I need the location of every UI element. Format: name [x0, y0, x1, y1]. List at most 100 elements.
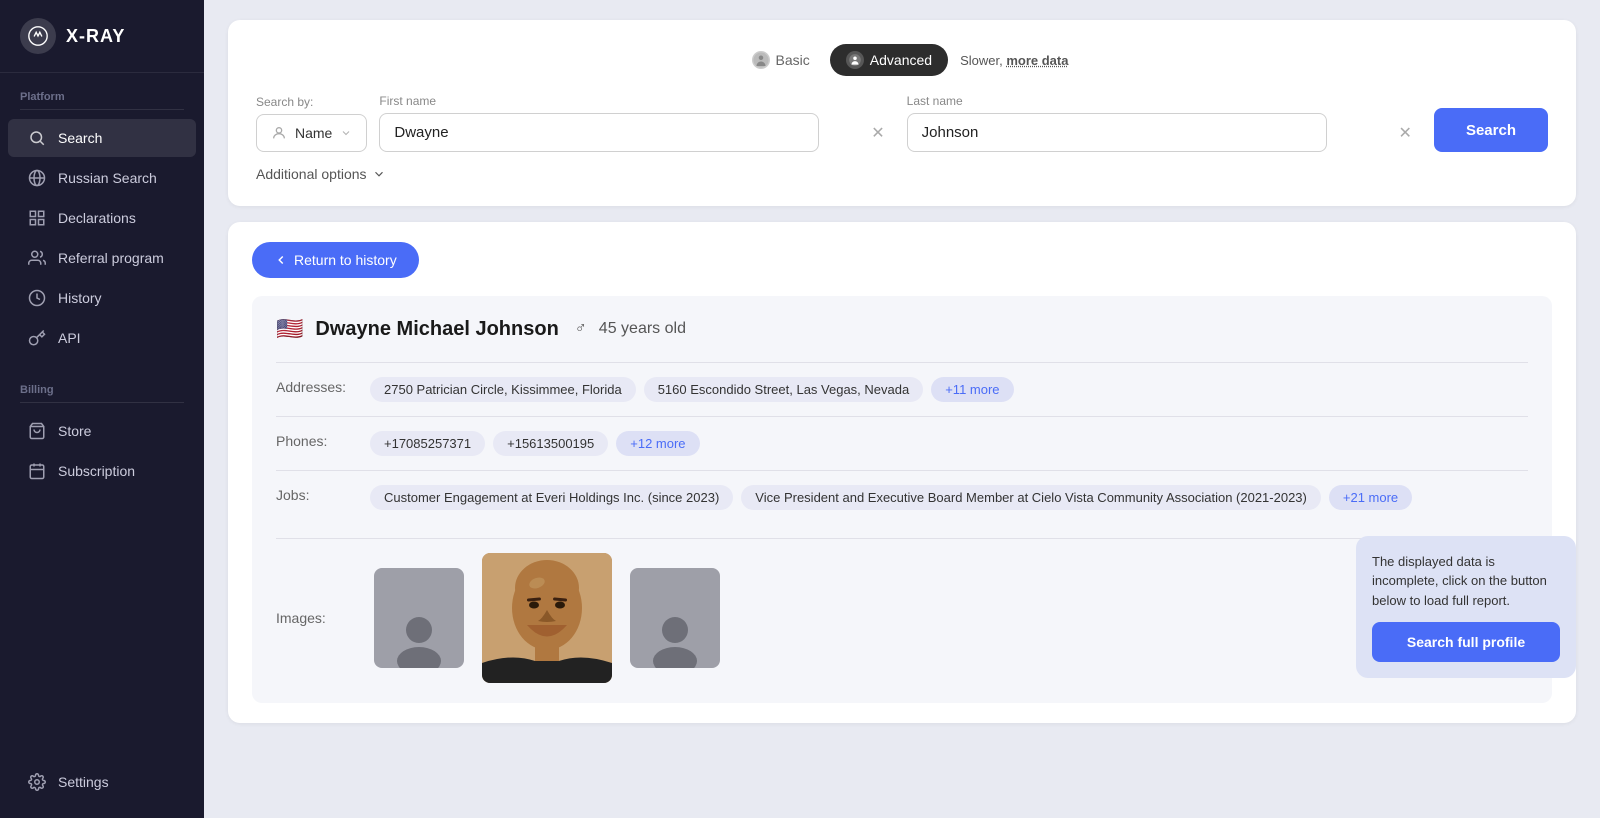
users-icon — [28, 249, 46, 267]
flag-icon: 🇺🇸 — [276, 316, 303, 342]
sidebar-subscription-label: Subscription — [58, 463, 135, 479]
sidebar-search-label: Search — [58, 130, 102, 146]
images-label: Images: — [276, 610, 356, 626]
tooltip-text: The displayed data is incomplete, click … — [1372, 552, 1560, 611]
last-name-label: Last name — [907, 94, 1422, 108]
clear-first-name-button[interactable]: ✕ — [871, 123, 884, 143]
sidebar-item-history[interactable]: History — [8, 279, 196, 317]
logo-text: X-RAY — [66, 26, 125, 47]
search-icon — [28, 129, 46, 147]
mode-basic-button[interactable]: Basic — [736, 44, 826, 76]
phone-tag-0[interactable]: +17085257371 — [370, 431, 485, 456]
profile-age: 45 years old — [599, 320, 686, 338]
phones-label: Phones: — [276, 431, 356, 449]
clear-last-name-button[interactable]: ✕ — [1399, 123, 1412, 143]
bag-icon — [28, 422, 46, 440]
profile-gender: ♂ — [575, 320, 587, 338]
last-name-input-wrap: ✕ — [907, 113, 1422, 152]
address-tag-0[interactable]: 2750 Patrician Circle, Kissimmee, Florid… — [370, 377, 636, 402]
chevron-down-icon — [340, 127, 352, 139]
sidebar-bottom: Settings — [0, 762, 204, 818]
jobs-row: Jobs: Customer Engagement at Everi Holdi… — [276, 470, 1528, 524]
grid-icon — [28, 209, 46, 227]
billing-section-label: Billing — [0, 366, 204, 402]
mode-advanced-label: Advanced — [870, 52, 932, 68]
sidebar-russian-search-label: Russian Search — [58, 170, 157, 186]
address-tag-more[interactable]: +11 more — [931, 377, 1013, 402]
mode-basic-label: Basic — [776, 52, 810, 68]
sidebar-item-referral[interactable]: Referral program — [8, 239, 196, 277]
profile-photo — [482, 553, 612, 683]
return-to-history-button[interactable]: Return to history — [252, 242, 419, 278]
sidebar: X-RAY Platform Search Russian Search Dec… — [0, 0, 204, 818]
search-button[interactable]: Search — [1434, 108, 1548, 152]
person-icon — [271, 125, 287, 141]
sidebar-item-subscription[interactable]: Subscription — [8, 452, 196, 490]
profile-header: 🇺🇸 Dwayne Michael Johnson ♂ 45 years old — [276, 316, 1528, 342]
silhouette-icon-1 — [394, 613, 444, 668]
phone-tag-more[interactable]: +12 more — [616, 431, 699, 456]
first-name-label: First name — [379, 94, 894, 108]
face-svg — [482, 553, 612, 683]
mode-advanced-button[interactable]: Advanced — [830, 44, 948, 76]
sidebar-settings-label: Settings — [58, 774, 109, 790]
billing-divider — [20, 402, 184, 403]
last-name-input[interactable] — [907, 113, 1327, 152]
sidebar-history-label: History — [58, 290, 102, 306]
return-btn-label: Return to history — [294, 252, 397, 268]
calendar-icon — [28, 462, 46, 480]
globe-icon — [28, 169, 46, 187]
chevron-down-icon-2 — [372, 167, 386, 181]
sidebar-item-settings[interactable]: Settings — [8, 763, 196, 801]
logo-icon — [20, 18, 56, 54]
basic-mode-icon — [752, 51, 770, 69]
job-tag-0[interactable]: Customer Engagement at Everi Holdings In… — [370, 485, 733, 510]
job-tag-more[interactable]: +21 more — [1329, 485, 1412, 510]
sidebar-item-store[interactable]: Store — [8, 412, 196, 450]
sidebar-item-declarations[interactable]: Declarations — [8, 199, 196, 237]
profile-name: Dwayne Michael Johnson — [315, 318, 558, 341]
sidebar-item-api[interactable]: API — [8, 319, 196, 357]
jobs-tags: Customer Engagement at Everi Holdings In… — [370, 485, 1412, 510]
clock-icon — [28, 289, 46, 307]
search-by-button[interactable]: Name — [256, 114, 367, 152]
mode-toggle: Basic Advanced Slower, more data — [256, 44, 1548, 76]
search-panel: Basic Advanced Slower, more data Search … — [228, 20, 1576, 206]
jobs-label: Jobs: — [276, 485, 356, 503]
search-by-label: Search by: — [256, 95, 367, 109]
arrow-left-icon — [274, 253, 288, 267]
search-row: Search by: Name First name ✕ Last name — [256, 94, 1548, 152]
first-name-input[interactable] — [379, 113, 819, 152]
sidebar-item-russian-search[interactable]: Russian Search — [8, 159, 196, 197]
settings-icon — [28, 773, 46, 791]
addresses-row: Addresses: 2750 Patrician Circle, Kissim… — [276, 362, 1528, 416]
phones-tags: +17085257371 +15613500195 +12 more — [370, 431, 700, 456]
logo: X-RAY — [0, 0, 204, 73]
addresses-label: Addresses: — [276, 377, 356, 395]
sidebar-api-label: API — [58, 330, 81, 346]
addresses-tags: 2750 Patrician Circle, Kissimmee, Florid… — [370, 377, 1014, 402]
advanced-mode-icon — [846, 51, 864, 69]
phones-row: Phones: +17085257371 +15613500195 +12 mo… — [276, 416, 1528, 470]
search-by-group: Search by: Name — [256, 95, 367, 152]
platform-divider — [20, 109, 184, 110]
first-name-group: First name ✕ — [379, 94, 894, 152]
sidebar-referral-label: Referral program — [58, 250, 164, 266]
mode-slow-text: Slower, more data — [960, 53, 1068, 68]
search-full-profile-button[interactable]: Search full profile — [1372, 622, 1560, 662]
sidebar-declarations-label: Declarations — [58, 210, 136, 226]
key-icon — [28, 329, 46, 347]
additional-options[interactable]: Additional options — [256, 166, 1548, 182]
silhouette-icon-2 — [650, 613, 700, 668]
address-tag-1[interactable]: 5160 Escondido Street, Las Vegas, Nevada — [644, 377, 924, 402]
phone-tag-1[interactable]: +15613500195 — [493, 431, 608, 456]
last-name-group: Last name ✕ — [907, 94, 1422, 152]
images-row: Images: — [276, 538, 1528, 683]
main-content: Basic Advanced Slower, more data Search … — [204, 0, 1600, 818]
sidebar-item-search[interactable]: Search — [8, 119, 196, 157]
platform-section-label: Platform — [0, 73, 204, 109]
sidebar-store-label: Store — [58, 423, 91, 439]
tooltip-panel: The displayed data is incomplete, click … — [1356, 536, 1576, 679]
search-by-value: Name — [295, 125, 332, 141]
job-tag-1[interactable]: Vice President and Executive Board Membe… — [741, 485, 1321, 510]
